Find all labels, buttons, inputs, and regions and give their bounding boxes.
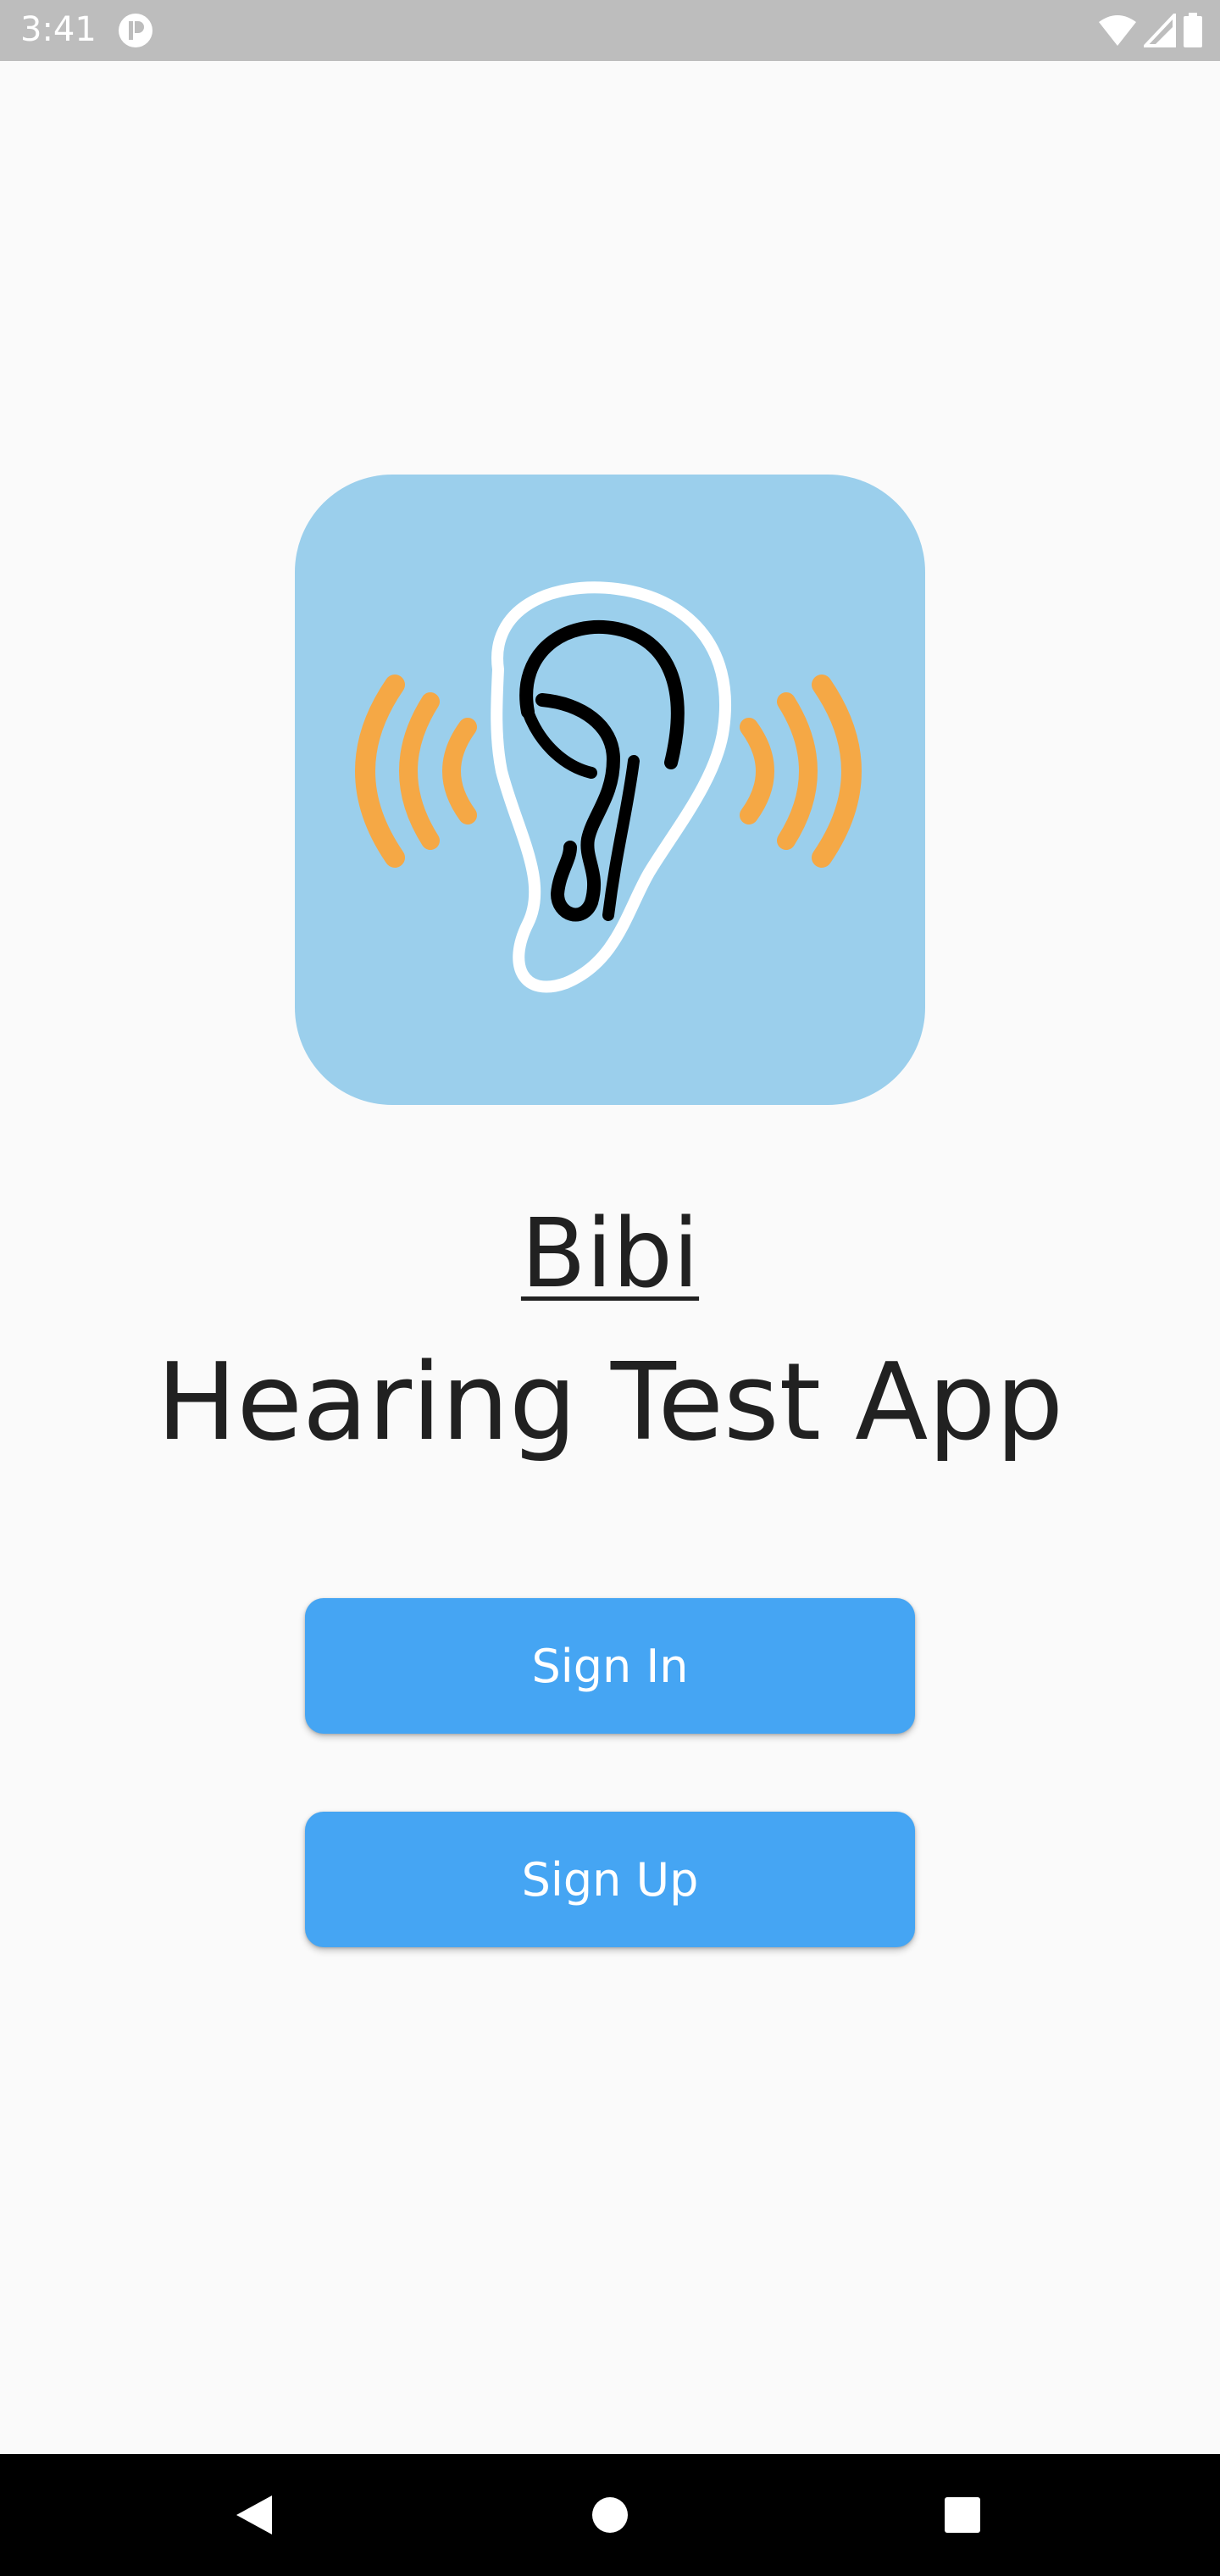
app-name: Bibi (0, 1195, 1220, 1313)
wifi-icon (1099, 15, 1136, 46)
status-time: 3:41 (20, 10, 97, 49)
sign-in-button[interactable]: Sign In (305, 1598, 915, 1734)
back-icon (236, 2496, 272, 2534)
sign-up-button[interactable]: Sign Up (305, 1812, 915, 1947)
recents-button[interactable] (932, 2484, 993, 2545)
recents-icon (945, 2497, 980, 2533)
home-icon (592, 2497, 628, 2533)
status-icons (1098, 12, 1203, 49)
sign-up-button-label: Sign Up (521, 1852, 699, 1907)
navigation-bar (0, 2454, 1220, 2576)
signal-icon (1144, 14, 1176, 47)
home-button[interactable] (580, 2484, 640, 2545)
app-subtitle: Hearing Test App (156, 1340, 1064, 1464)
sign-in-button-label: Sign In (531, 1639, 689, 1693)
notification-app-icon (119, 14, 152, 47)
app-logo-ear-icon (295, 475, 925, 1105)
back-button[interactable] (224, 2484, 285, 2545)
status-bar: 3:41 (0, 0, 1220, 61)
battery-icon (1184, 13, 1202, 47)
app-name-text: Bibi (520, 1199, 700, 1309)
